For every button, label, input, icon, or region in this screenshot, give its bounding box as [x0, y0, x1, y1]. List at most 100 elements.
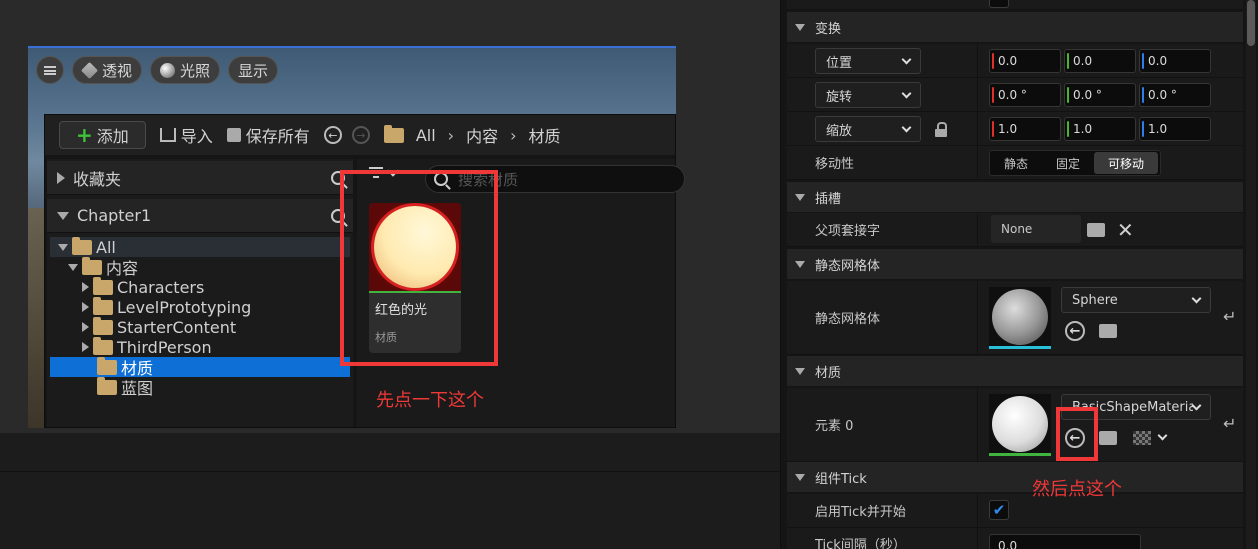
expand-arrow-icon	[82, 322, 89, 332]
back-icon[interactable]: ←	[323, 126, 342, 144]
favorites-section[interactable]: 收藏夹	[47, 161, 353, 195]
lighting-button[interactable]: 光照	[150, 56, 221, 84]
breadcrumb: All › 内容 › 材质	[383, 123, 561, 147]
mobility-static[interactable]: 静态	[990, 152, 1042, 174]
static-mesh-dropdown[interactable]: Sphere	[1061, 287, 1211, 313]
collapse-arrow-icon	[58, 243, 68, 251]
annotation-box-first	[340, 170, 498, 366]
annotation-box-second	[1056, 407, 1098, 461]
scrollbar[interactable]	[1246, 0, 1256, 549]
reset-icon[interactable]: ↵	[1223, 307, 1236, 326]
category-transform[interactable]: 变换	[787, 12, 1243, 42]
category-static-mesh[interactable]: 静态网格体	[787, 249, 1243, 279]
breadcrumb-item[interactable]: 材质	[528, 123, 560, 147]
scale-y-field[interactable]: 1.0	[1064, 117, 1136, 141]
chevron-down-icon	[901, 88, 912, 98]
history-nav: ← →	[323, 126, 370, 144]
expand-arrow-icon	[57, 171, 65, 184]
lock-icon[interactable]	[935, 122, 947, 137]
category-materials[interactable]: 材质	[787, 356, 1243, 386]
tree-item-levelprototyping[interactable]: LevelPrototyping	[50, 296, 350, 317]
perspective-button[interactable]: 透视	[72, 56, 143, 84]
viewport-menu-button[interactable]	[36, 56, 64, 84]
rotation-y-field[interactable]: 0.0 °	[1064, 83, 1136, 107]
save-icon	[226, 128, 241, 142]
annotation-second: 然后点这个	[1032, 479, 1122, 500]
use-selected-asset-icon[interactable]: ←	[1065, 321, 1085, 341]
import-button[interactable]: 导入	[159, 123, 213, 147]
prop-tick-interval: Tick间隔（秒） 0.0	[787, 528, 1243, 549]
show-button[interactable]: 显示	[228, 56, 279, 84]
clear-icon[interactable]: ✕	[1117, 220, 1134, 240]
folder-icon	[383, 124, 404, 143]
folder-open-icon	[72, 236, 92, 255]
add-button[interactable]: + 添加	[59, 121, 146, 149]
expand-arrow-icon	[82, 282, 89, 292]
content-browser-toolbar: + 添加 导入 保存所有 ← → All › 内容 › 材质	[45, 115, 675, 155]
checkmark-icon: ✔	[992, 500, 1006, 519]
mobility-selector: 静态 固定 可移动	[989, 150, 1162, 176]
tick-interval-field[interactable]: 0.0	[989, 534, 1141, 549]
parent-socket-field[interactable]: None	[991, 215, 1081, 243]
browse-folder-icon[interactable]	[1099, 324, 1117, 338]
hamburger-icon	[44, 65, 56, 75]
chevron-right-icon: ›	[510, 125, 517, 145]
tree-item-materials[interactable]: 材质	[50, 356, 350, 378]
chevron-right-icon: ›	[447, 125, 455, 145]
mobility-movable[interactable]: 可移动	[1094, 152, 1159, 174]
tree-item-thirdperson[interactable]: ThirdPerson	[50, 336, 350, 357]
prop-static-mesh: 静态网格体 Sphere ← ↵	[787, 281, 1243, 355]
category-sockets[interactable]: 插槽	[787, 182, 1243, 212]
material-thumbnail[interactable]	[989, 394, 1051, 456]
checkerboard-icon[interactable]	[1133, 431, 1151, 445]
tree-item-characters[interactable]: Characters	[50, 276, 350, 297]
prop-location: 位置 0.0 0.0 0.0	[787, 44, 1243, 78]
folder-icon	[93, 316, 113, 335]
location-x-field[interactable]: 0.0	[989, 49, 1061, 73]
mobility-stationary[interactable]: 固定	[1042, 152, 1094, 174]
tree-item-content[interactable]: 内容	[50, 256, 350, 278]
folder-open-icon	[82, 256, 102, 275]
rotation-dropdown[interactable]: 旋转	[815, 82, 921, 108]
editor-screen: 透视 光照 显示 + 添加 导入 保存所有 ← → All › 内容 › 材质 …	[0, 0, 1258, 549]
forward-icon[interactable]: →	[351, 126, 370, 144]
folder-icon	[93, 296, 113, 315]
sources-panel: 收藏夹 Chapter1 All 内容 Characters LevelProt…	[47, 159, 353, 427]
tree-item-all[interactable]: All	[50, 236, 350, 257]
project-section[interactable]: Chapter1	[47, 199, 353, 233]
cube-icon	[81, 61, 98, 79]
scale-z-field[interactable]: 1.0	[1139, 117, 1211, 141]
collapse-arrow-icon	[795, 473, 805, 481]
collapse-arrow-icon	[68, 263, 78, 271]
prop-start-with-tick: 启用Tick并开始 ✔	[787, 494, 1243, 528]
browse-folder-icon[interactable]	[1087, 223, 1105, 237]
folder-tree: All 内容 Characters LevelPrototyping Start…	[50, 236, 350, 398]
location-z-field[interactable]: 0.0	[1139, 49, 1211, 73]
category-component-tick[interactable]: 组件Tick	[787, 462, 1243, 492]
folder-icon	[97, 356, 117, 375]
start-with-tick-checkbox[interactable]: ✔	[989, 500, 1009, 520]
plus-icon: +	[76, 123, 93, 147]
tree-item-blueprints[interactable]: 蓝图	[50, 376, 350, 398]
prop-parent-socket: 父项套接字 None ✕	[787, 213, 1243, 247]
save-all-button[interactable]: 保存所有	[226, 123, 310, 147]
reset-icon[interactable]: ↵	[1223, 414, 1236, 433]
tree-item-startercontent[interactable]: StarterContent	[50, 316, 350, 337]
breadcrumb-item[interactable]: All	[416, 126, 436, 145]
collapse-arrow-icon	[795, 23, 805, 31]
folder-icon	[93, 336, 113, 355]
rotation-z-field[interactable]: 0.0 °	[1139, 83, 1211, 107]
scale-x-field[interactable]: 1.0	[989, 117, 1061, 141]
rotation-x-field[interactable]: 0.0 °	[989, 83, 1061, 107]
scale-dropdown[interactable]: 缩放	[815, 116, 921, 142]
breadcrumb-item[interactable]: 内容	[466, 123, 498, 147]
import-icon	[159, 128, 176, 142]
details-panel: 变换 位置 0.0 0.0 0.0 旋转 0.0 ° 0.0 ° 0.0 ° 缩…	[780, 0, 1258, 549]
chevron-down-icon[interactable]	[1157, 430, 1168, 441]
mesh-thumbnail[interactable]	[989, 287, 1051, 349]
prop-scale: 缩放 1.0 1.0 1.0	[787, 112, 1243, 146]
location-y-field[interactable]: 0.0	[1064, 49, 1136, 73]
collapse-arrow-icon	[795, 193, 805, 201]
location-dropdown[interactable]: 位置	[815, 48, 921, 74]
browse-folder-icon[interactable]	[1099, 431, 1117, 445]
